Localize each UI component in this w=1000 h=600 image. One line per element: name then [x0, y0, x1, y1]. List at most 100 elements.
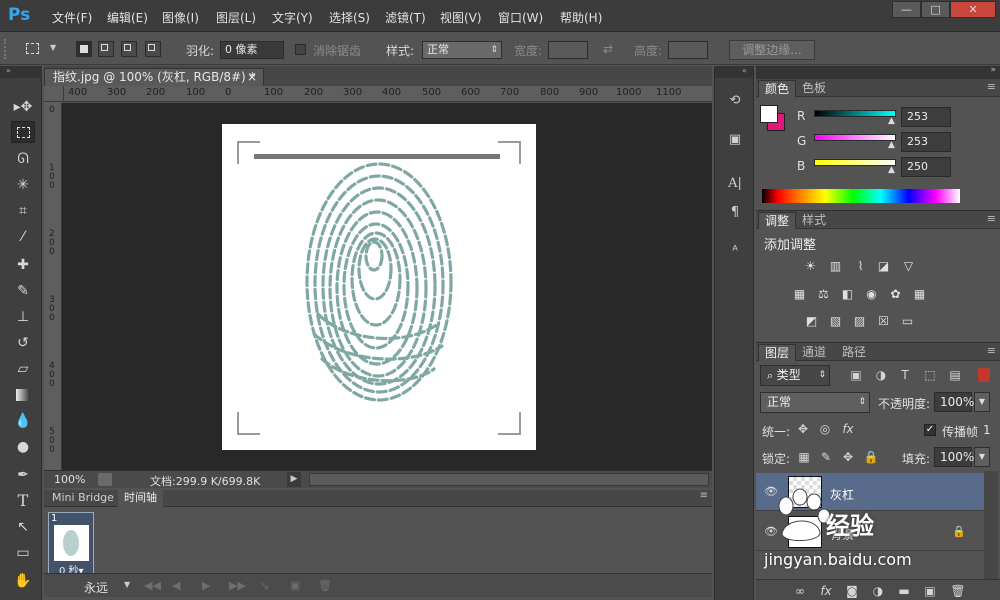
horizontal-ruler[interactable]: 400 300 200 100 0 100 200 300 400 500 60… — [64, 86, 712, 102]
tab-styles[interactable]: 样式 — [796, 212, 832, 229]
tab-adjustments[interactable]: 调整 — [758, 212, 797, 229]
link-layers-icon[interactable]: ∞ — [792, 583, 808, 599]
status-menu-arrow-icon[interactable]: ▶ — [287, 472, 301, 487]
rect-marquee-tool-icon[interactable] — [11, 121, 35, 143]
menu-window[interactable]: 窗口(W) — [498, 9, 543, 26]
slider-handle-icon[interactable]: ▲ — [888, 116, 895, 126]
dodge-tool-icon[interactable]: ● — [11, 436, 35, 458]
zoom-level[interactable]: 100% — [54, 473, 85, 486]
unify-position-icon[interactable]: ✥ — [795, 421, 811, 437]
menu-file[interactable]: 文件(F) — [52, 9, 92, 26]
expand-icon[interactable]: « — [715, 66, 753, 78]
selective-color-icon[interactable]: ☒ — [875, 314, 892, 329]
lock-position-icon[interactable]: ✥ — [840, 449, 856, 465]
tab-color[interactable]: 颜色 — [758, 80, 797, 97]
vibrance-icon[interactable]: ▽ — [900, 259, 917, 274]
panel-menu-icon[interactable]: ≡ — [987, 80, 996, 93]
channel-mixer-icon[interactable]: ✿ — [887, 287, 904, 302]
brush-tool-icon[interactable]: ✎ — [11, 280, 35, 302]
shape-tool-icon[interactable]: ▭ — [11, 542, 35, 564]
status-info-icon[interactable] — [98, 473, 112, 486]
eraser-tool-icon[interactable]: ▱ — [11, 358, 35, 380]
menu-view[interactable]: 视图(V) — [440, 9, 482, 26]
style-select[interactable]: 正常 ⇕ — [422, 41, 502, 59]
filter-type-icon[interactable]: T — [897, 367, 913, 383]
filter-toggle-icon[interactable] — [978, 368, 990, 382]
actions-icon[interactable]: ▣ — [725, 130, 745, 150]
new-selection-button[interactable] — [76, 41, 92, 57]
fill-input[interactable]: 100% — [934, 447, 974, 467]
posterize-icon[interactable]: ▧ — [827, 314, 844, 329]
document-tab[interactable]: 指纹.jpg @ 100% (灰杠, RGB/8#) * × — [44, 68, 264, 86]
close-tab-icon[interactable]: × — [247, 69, 257, 85]
channel-b-input[interactable]: 250 — [901, 157, 951, 177]
layers-scrollbar[interactable] — [984, 471, 998, 579]
slider-handle-icon[interactable]: ▲ — [888, 165, 895, 175]
menu-edit[interactable]: 编辑(E) — [107, 9, 148, 26]
subtract-selection-button[interactable] — [121, 41, 137, 57]
panel-menu-icon[interactable]: ≡ — [987, 212, 996, 225]
new-adjustment-layer-icon[interactable]: ◑ — [870, 583, 886, 599]
hand-tool-icon[interactable]: ✋ — [11, 570, 35, 592]
refine-edge-button[interactable]: 调整边缘... — [729, 40, 815, 60]
layer-mask-icon[interactable]: ◙ — [844, 583, 860, 599]
new-group-icon[interactable]: ▬ — [896, 583, 912, 599]
feather-input[interactable]: 0 像素 — [220, 41, 284, 59]
gradient-map-icon[interactable]: ▭ — [899, 314, 916, 329]
layer-filter-select[interactable]: ⌕ 类型 ⇕ — [760, 365, 830, 386]
character-icon[interactable]: A| — [725, 174, 745, 194]
panel-menu-icon[interactable]: ≡ — [987, 344, 996, 357]
black-white-icon[interactable]: ◧ — [839, 287, 856, 302]
threshold-icon[interactable]: ▨ — [851, 314, 868, 329]
intersect-selection-button[interactable] — [145, 41, 161, 57]
vertical-ruler[interactable]: 0 1 0 0 2 0 0 3 0 0 4 0 0 5 0 0 — [44, 102, 62, 470]
magic-wand-tool-icon[interactable]: ✳ — [11, 174, 35, 196]
tween-icon[interactable]: ↘ — [260, 579, 269, 592]
opacity-dropdown-icon[interactable]: ▼ — [974, 392, 990, 412]
tab-mini-bridge[interactable]: Mini Bridge — [46, 490, 120, 507]
blur-tool-icon[interactable]: 💧 — [11, 410, 35, 432]
menu-filter[interactable]: 滤镜(T) — [385, 9, 426, 26]
lock-all-icon[interactable]: 🔒 — [863, 449, 879, 465]
new-layer-icon[interactable]: ▣ — [922, 583, 938, 599]
stamp-tool-icon[interactable]: ⊥ — [11, 306, 35, 328]
swap-icon[interactable]: ⇄ — [603, 42, 613, 56]
first-frame-icon[interactable]: ◀◀ — [144, 579, 161, 592]
animation-frame[interactable]: 1 0 秒▾ — [48, 512, 94, 577]
height-input[interactable] — [668, 41, 708, 59]
tab-channels[interactable]: 通道 — [796, 344, 832, 361]
blend-mode-select[interactable]: 正常 ⇕ — [760, 392, 870, 413]
eyedropper-tool-icon[interactable]: ⁄ — [11, 226, 35, 248]
next-frame-icon[interactable]: ▶▶ — [229, 579, 246, 592]
tab-layers[interactable]: 图层 — [758, 344, 797, 361]
channel-g-input[interactable]: 253 — [901, 132, 951, 152]
slider-handle-icon[interactable]: ▲ — [888, 140, 895, 150]
unify-visibility-icon[interactable]: ◎ — [817, 421, 833, 437]
hue-saturation-icon[interactable]: ▦ — [791, 287, 808, 302]
menu-type[interactable]: 文字(Y) — [272, 9, 313, 26]
color-spectrum[interactable] — [762, 189, 960, 203]
filter-smart-icon[interactable]: ▤ — [947, 367, 963, 383]
prev-frame-icon[interactable]: ◀ — [172, 579, 180, 592]
delete-layer-icon[interactable]: 🗑 — [950, 583, 966, 599]
filter-shape-icon[interactable]: ⬚ — [922, 367, 938, 383]
menu-layer[interactable]: 图层(L) — [216, 9, 256, 26]
lock-transparency-icon[interactable]: ▦ — [796, 449, 812, 465]
menu-select[interactable]: 选择(S) — [329, 9, 370, 26]
channel-g-slider[interactable] — [814, 134, 896, 141]
levels-icon[interactable]: ▥ — [827, 259, 844, 274]
exposure-icon[interactable]: ◪ — [875, 259, 892, 274]
crop-tool-icon[interactable]: ⌗ — [11, 200, 35, 222]
photo-filter-icon[interactable]: ◉ — [863, 287, 880, 302]
type-tool-icon[interactable]: T — [11, 490, 35, 512]
loop-select[interactable]: 永远 — [84, 579, 108, 596]
glyph-style-icon[interactable]: ᴬ — [725, 242, 745, 262]
restore-button[interactable]: □ — [921, 1, 950, 18]
invert-icon[interactable]: ◩ — [803, 314, 820, 329]
history-icon[interactable]: ⟲ — [725, 91, 745, 111]
lasso-tool-icon[interactable]: ᘏ — [11, 148, 35, 170]
move-tool-icon[interactable]: ▸✥ — [11, 96, 35, 118]
document-image[interactable] — [222, 124, 536, 450]
gradient-tool-icon[interactable] — [11, 384, 35, 406]
channel-r-input[interactable]: 253 — [901, 107, 951, 127]
